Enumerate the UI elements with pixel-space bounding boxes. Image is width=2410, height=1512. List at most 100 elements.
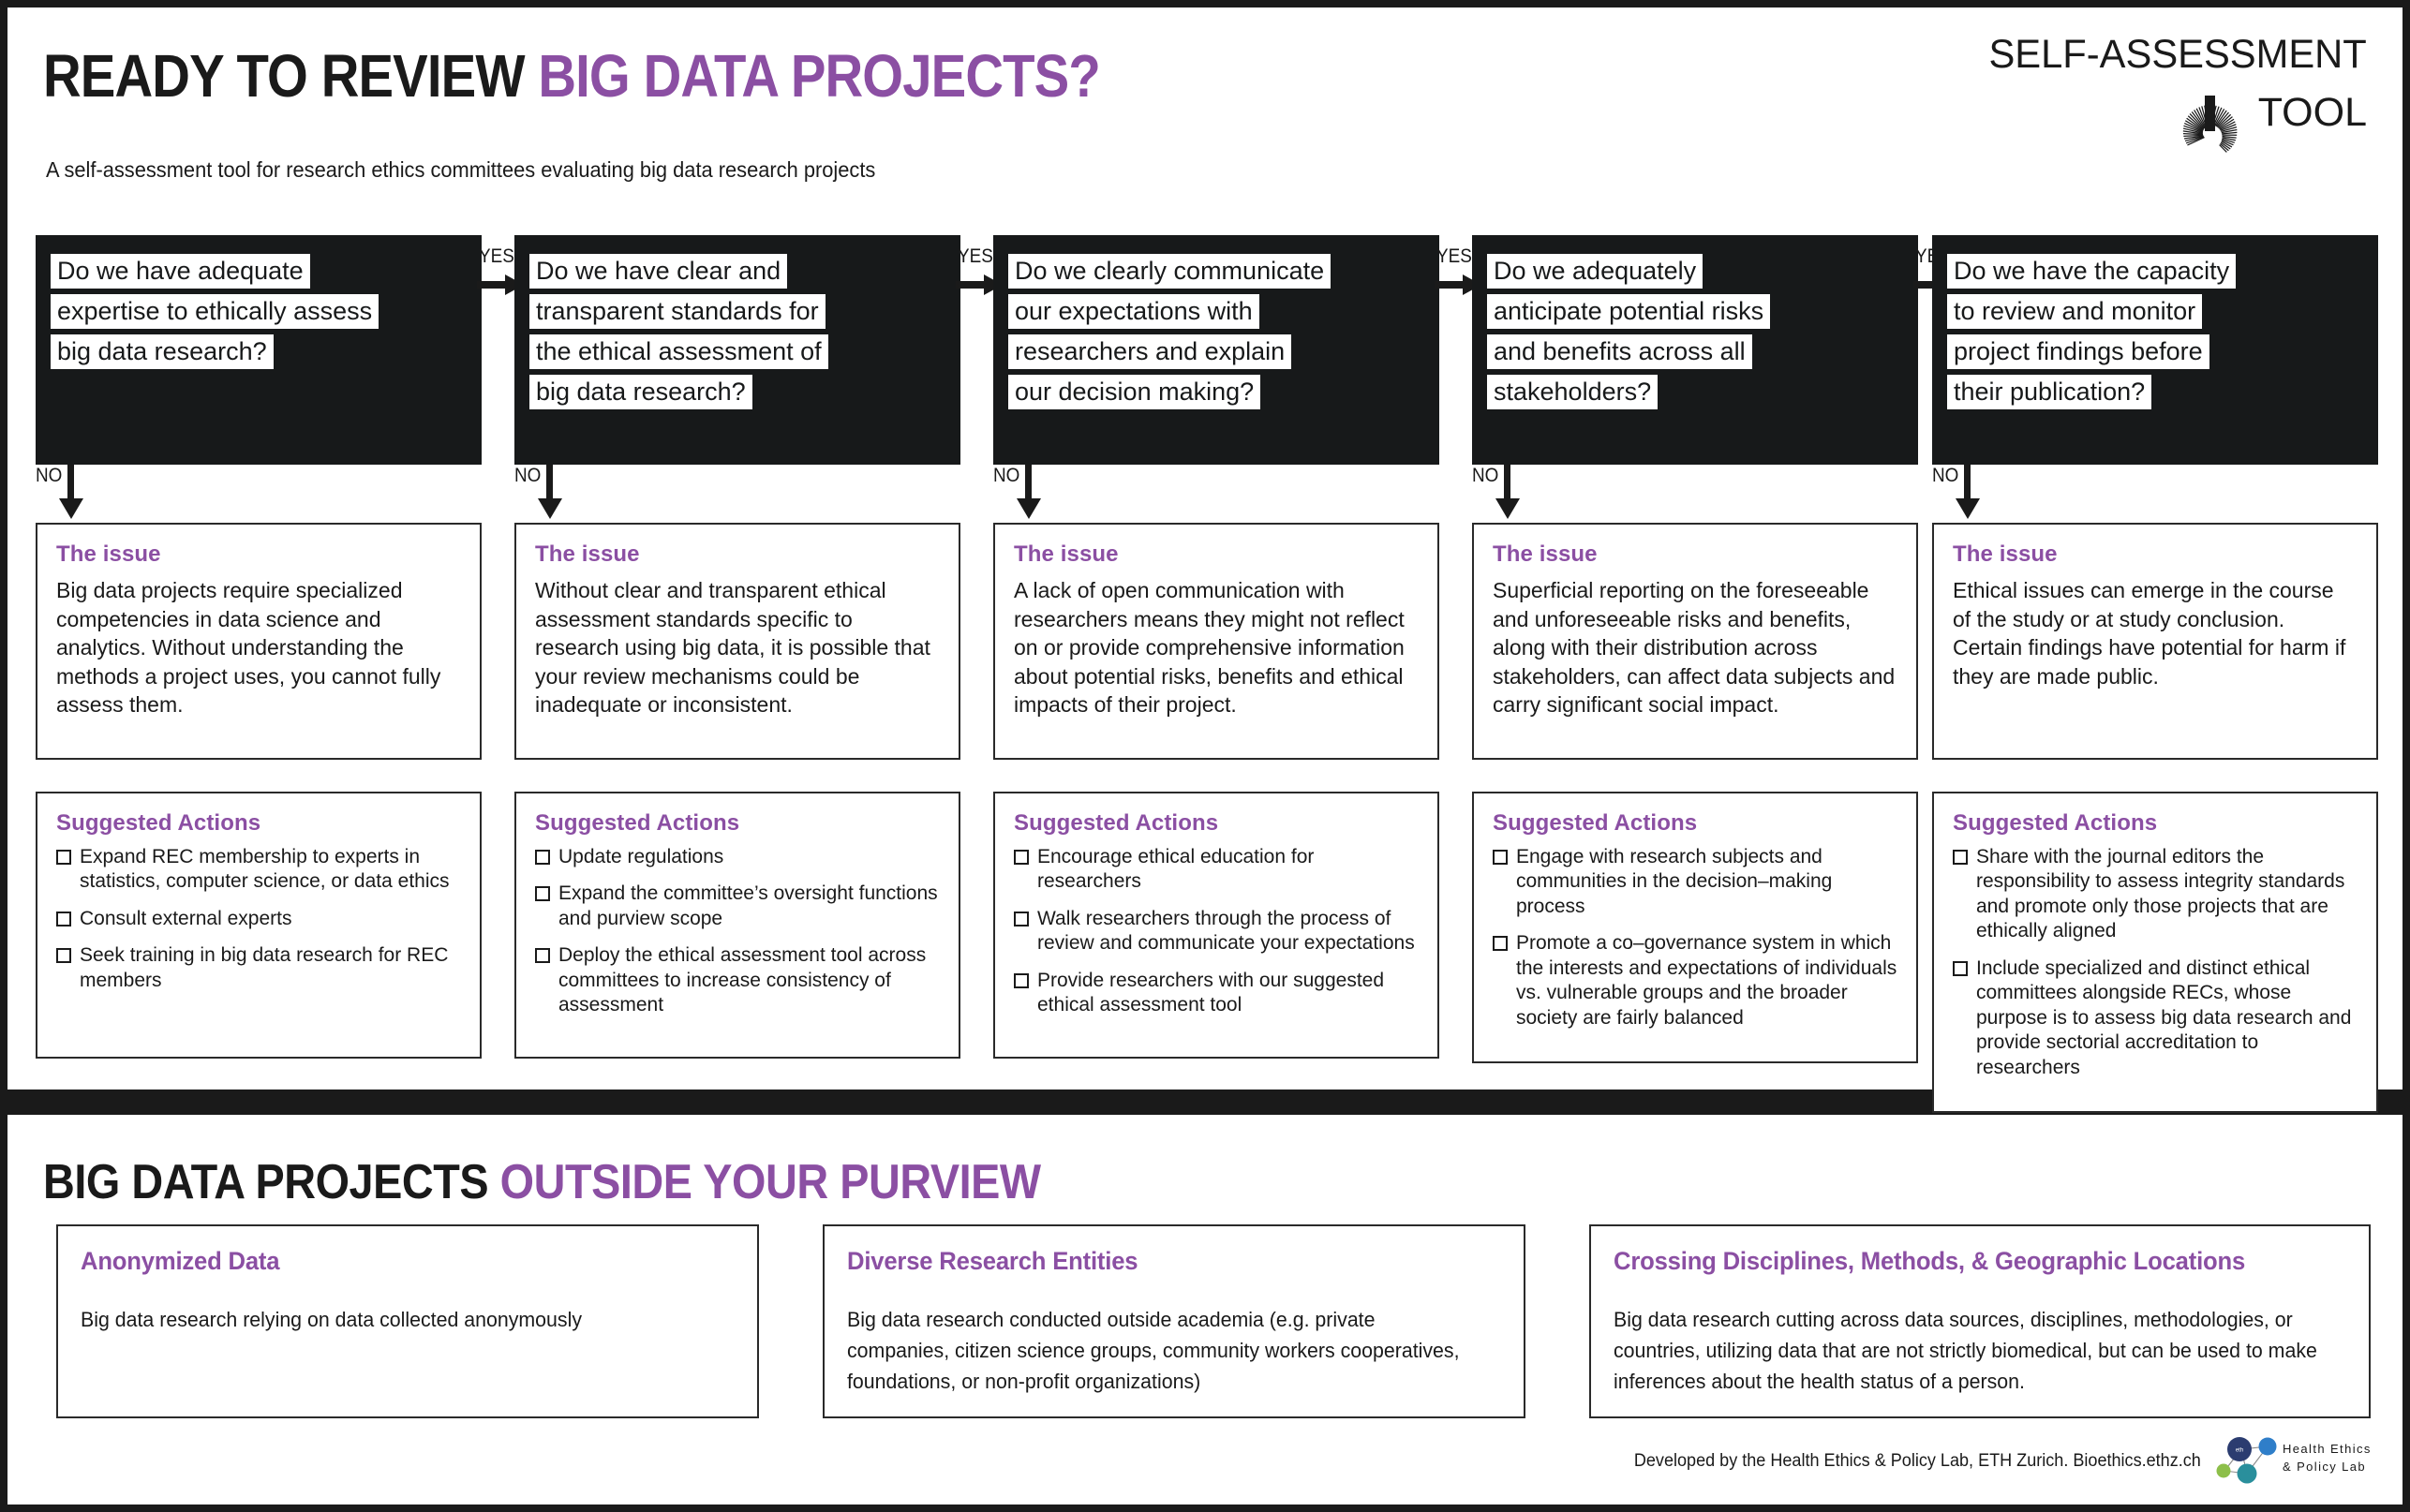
arrow-down-icon [538,465,562,519]
checkbox-icon[interactable] [1953,960,1968,976]
poster-root: READY TO REVIEW BIG DATA PROJECTS? A sel… [0,0,2410,1512]
footer-logo-line-1: Health Ethics [2283,1442,2372,1456]
action-item[interactable]: Walk researchers through the process of … [1014,907,1419,956]
action-item[interactable]: Engage with research subjects and commun… [1493,845,1897,919]
purview-card-body: Big data research relying on data collec… [81,1308,583,1331]
issue-text: Ethical issues can emerge in the course … [1953,578,2346,689]
spiral-burst-icon [2172,86,2247,161]
question-box[interactable]: Do we have the capacity to review and mo… [1932,235,2378,465]
purview-card-list: Anonymized Data Big data research relyin… [56,1224,2371,1426]
issue-text: Big data projects require specialized co… [56,578,441,718]
action-label: Deploy the ethical assessment tool acros… [558,944,927,1016]
action-label: Provide researchers with our suggested e… [1037,969,1385,1016]
question-line: big data research? [529,375,752,410]
issue-panel: The issue Ethical issues can emerge in t… [1932,523,2378,760]
question-line: Do we have adequate [51,254,310,289]
issue-panel: The issue A lack of open communication w… [993,523,1439,760]
page-title-accent: BIG DATA PROJECTS? [538,42,1100,110]
actions-heading: Suggested Actions [1014,810,1219,836]
outside-purview-panel: BIG DATA PROJECTS OUTSIDE YOUR PURVIEW A… [7,1115,2403,1505]
question-line: Do we clearly communicate [1008,254,1331,289]
actions-heading: Suggested Actions [1953,810,2158,836]
actions-list: Expand REC membership to experts in stat… [56,845,461,993]
question-box[interactable]: Do we clearly communicate our expectatio… [993,235,1481,465]
checkbox-icon[interactable] [56,948,71,964]
flow-column-4: Do we adequately anticipate potential ri… [1472,235,1960,1064]
action-label: Expand the committee’s oversight functio… [558,882,938,929]
question-line: to review and monitor [1947,294,2203,330]
action-item[interactable]: Share with the journal editors the respo… [1953,845,2358,944]
action-label: Seek training in big data research for R… [80,944,449,991]
question-line: project findings before [1947,334,2209,370]
checkbox-icon[interactable] [1493,936,1508,952]
actions-heading: Suggested Actions [1493,810,1698,836]
purview-card: Anonymized Data Big data research relyin… [56,1224,759,1418]
checkbox-icon[interactable] [1953,850,1968,865]
action-label: Include specialized and distinct ethical… [1976,956,2352,1078]
purview-card-body: Big data research cutting across data so… [1614,1308,2317,1393]
question-box[interactable]: Do we have clear and transparent standar… [514,235,1003,465]
issue-heading: The issue [535,541,640,567]
suggested-actions-panel: Suggested Actions Encourage ethical educ… [993,792,1439,1059]
flow-column-5: Do we have the capacity to review and mo… [1932,235,2378,1114]
purview-card-heading: Anonymized Data [81,1247,280,1275]
action-item[interactable]: Encourage ethical education for research… [1014,845,1419,895]
question-line: Do we adequately [1487,254,1703,289]
credit-text: Developed by the Health Ethics & Policy … [1634,1451,2201,1471]
checkbox-icon[interactable] [1014,911,1029,926]
yes-label: YES [958,245,993,267]
question-box[interactable]: Do we adequately anticipate potential ri… [1472,235,1960,465]
issue-heading: The issue [1493,541,1598,567]
checkbox-icon[interactable] [535,850,550,865]
question-flow: Do we have adequate expertise to ethical… [36,235,2378,1114]
action-item[interactable]: Expand the committee’s oversight functio… [535,882,940,931]
actions-list: Engage with research subjects and commun… [1493,845,1897,1030]
purview-card: Diverse Research Entities Big data resea… [823,1224,1525,1418]
brand-block: SELF-ASSESSMENT TOOL [1964,32,2367,200]
action-item[interactable]: Expand REC membership to experts in stat… [56,845,461,895]
bottom-title-dark: BIG DATA PROJECTS [43,1155,500,1209]
issue-heading: The issue [56,541,161,567]
question-line: and benefits across all [1487,334,1752,370]
brand-line-2: TOOL [2257,90,2367,135]
purview-card: Crossing Disciplines, Methods, & Geograp… [1589,1224,2371,1418]
action-item[interactable]: Deploy the ethical assessment tool acros… [535,943,940,1017]
checkbox-icon[interactable] [56,850,71,865]
action-item[interactable]: Update regulations [535,845,940,869]
actions-heading: Suggested Actions [56,810,261,836]
suggested-actions-panel: Suggested Actions Expand REC membership … [36,792,482,1059]
arrow-down-icon [1495,465,1520,519]
issue-heading: The issue [1953,541,2058,567]
question-line: Do we have clear and [529,254,788,289]
question-line: big data research? [51,334,274,370]
checkbox-icon[interactable] [535,948,550,964]
suggested-actions-panel: Suggested Actions Engage with research s… [1472,792,1918,1064]
flow-column-3: Do we clearly communicate our expectatio… [993,235,1481,1059]
checkbox-icon[interactable] [1493,850,1508,865]
checkbox-icon[interactable] [535,886,550,902]
page-subtitle: A self-assessment tool for research ethi… [46,157,876,182]
question-line: transparent standards for [529,294,826,330]
flowchart-panel: READY TO REVIEW BIG DATA PROJECTS? A sel… [7,7,2403,1114]
action-item[interactable]: Include specialized and distinct ethical… [1953,956,2358,1080]
action-item[interactable]: Consult external experts [56,907,461,931]
poster-header: READY TO REVIEW BIG DATA PROJECTS? A sel… [7,7,2403,223]
action-label: Expand REC membership to experts in stat… [80,846,450,893]
action-label: Update regulations [558,846,724,867]
brand-line-1: SELF-ASSESSMENT [1988,32,2367,77]
action-item[interactable]: Promote a co–governance system in which … [1493,931,1897,1030]
action-label: Walk researchers through the process of … [1037,907,1415,955]
no-connector: NO [36,465,99,523]
action-item[interactable]: Provide researchers with our suggested e… [1014,969,1419,1018]
issue-heading: The issue [1014,541,1119,567]
question-line: expertise to ethically assess [51,294,379,330]
purview-card-body: Big data research conducted outside acad… [847,1308,1460,1393]
checkbox-icon[interactable] [1014,850,1029,865]
checkbox-icon[interactable] [56,911,71,926]
question-box[interactable]: Do we have adequate expertise to ethical… [36,235,524,465]
action-label: Engage with research subjects and commun… [1516,846,1833,917]
bottom-title-accent: OUTSIDE YOUR PURVIEW [499,1155,1041,1209]
checkbox-icon[interactable] [1014,972,1029,988]
issue-text: A lack of open communication with resear… [1014,578,1405,718]
action-item[interactable]: Seek training in big data research for R… [56,943,461,993]
